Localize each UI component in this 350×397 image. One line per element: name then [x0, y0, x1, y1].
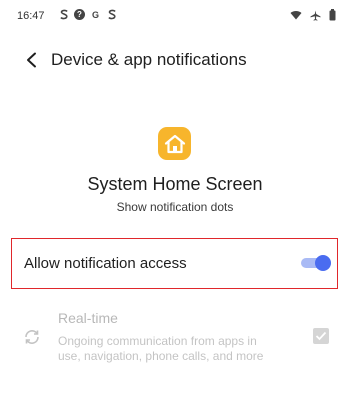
- app-icon: [158, 127, 191, 160]
- back-arrow-icon: [27, 52, 36, 68]
- back-button[interactable]: [20, 48, 44, 72]
- system-icons: [290, 9, 336, 24]
- help-icon: ?: [74, 9, 85, 20]
- page-title: Device & app notifications: [51, 50, 247, 69]
- sync-icon: [25, 330, 39, 344]
- battery-icon: [329, 9, 336, 24]
- s-icon: [106, 9, 117, 20]
- status-bar: 16:47 ? G: [0, 0, 350, 30]
- realtime-description: Ongoing communication from apps in use, …: [58, 334, 264, 363]
- wifi-icon: [290, 10, 302, 23]
- notification-icons: ? G: [58, 9, 117, 20]
- app-name: System Home Screen: [87, 174, 263, 194]
- realtime-title: Real-time: [58, 310, 118, 326]
- s-icon: [58, 9, 69, 20]
- check-icon: [315, 331, 327, 341]
- status-time: 16:47: [17, 10, 45, 22]
- google-icon: G: [91, 9, 99, 20]
- realtime-checkbox[interactable]: [313, 328, 329, 344]
- home-icon: [164, 134, 185, 153]
- airplane-icon: [310, 10, 321, 24]
- app-subtitle: Show notification dots: [116, 200, 234, 214]
- realtime-row[interactable]: Real-time Ongoing communication from app…: [0, 306, 350, 376]
- app-bar: Device & app notifications: [0, 42, 350, 78]
- highlight-box: [11, 238, 338, 289]
